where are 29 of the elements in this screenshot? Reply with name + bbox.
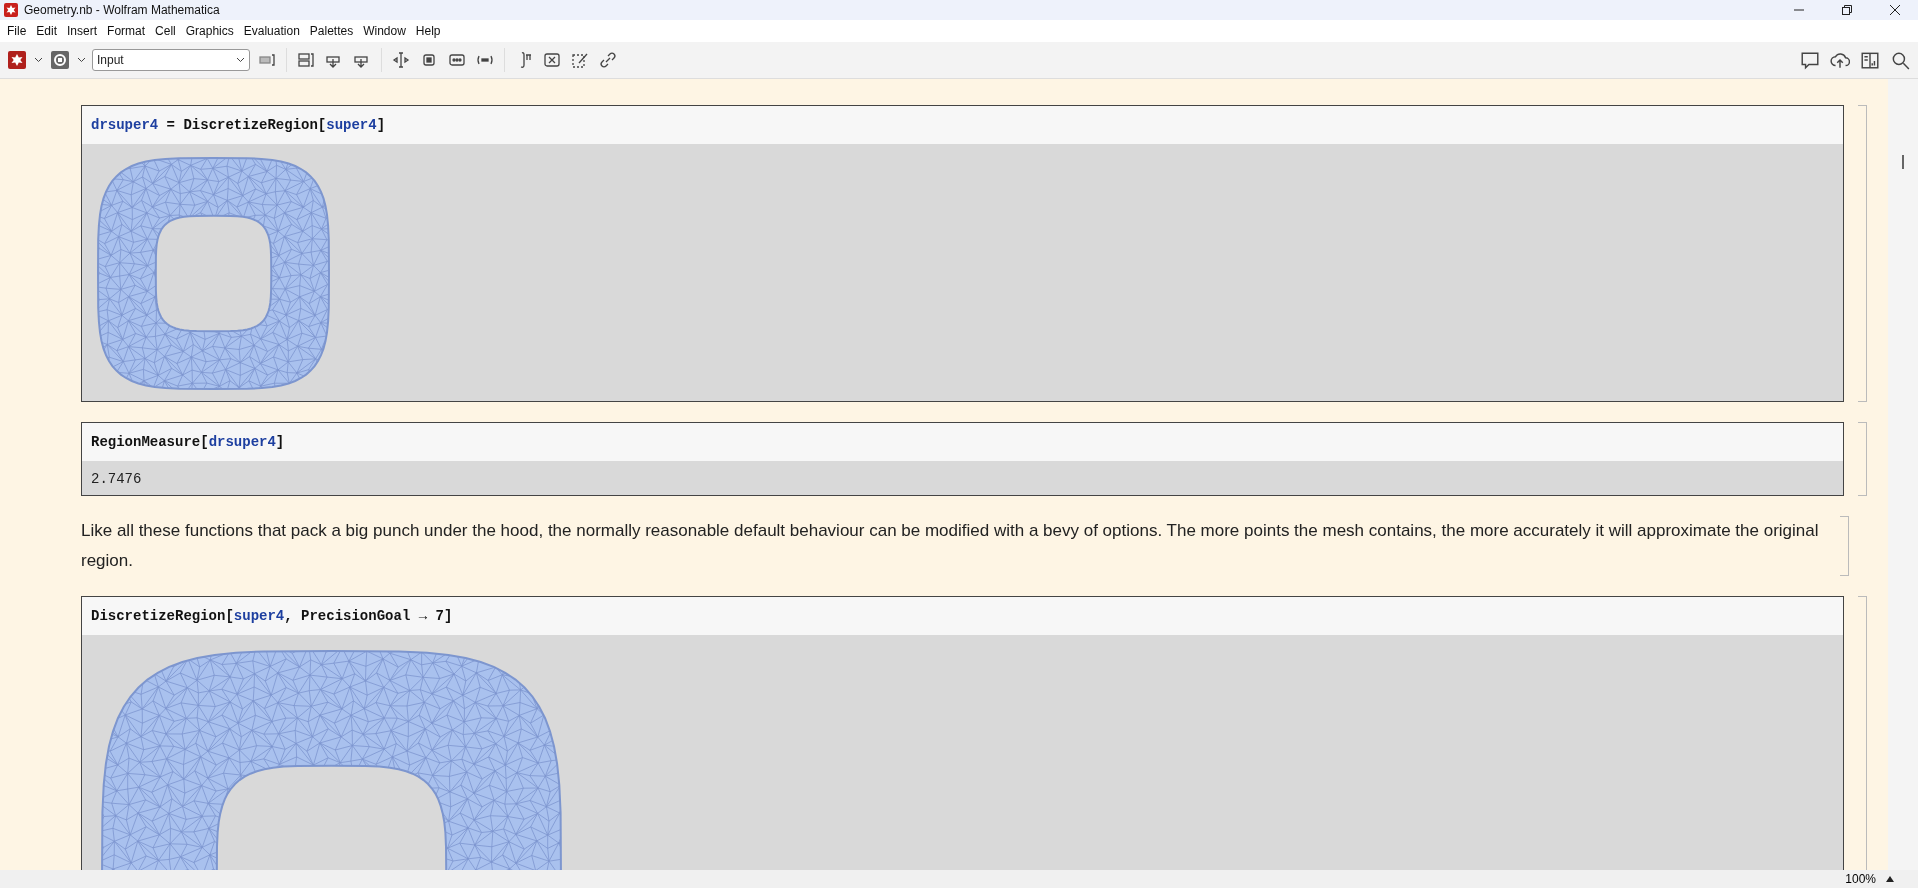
menu-item[interactable]: File: [2, 22, 32, 40]
menu-item[interactable]: Cell: [150, 22, 181, 40]
restore-icon: [1842, 5, 1852, 15]
scrollbar[interactable]: [1888, 79, 1918, 870]
cell-bracket: [1840, 516, 1849, 576]
menu-item[interactable]: Edit: [31, 22, 63, 40]
input-code: drsuper4 = DiscretizeRegion[super4]: [82, 106, 1843, 144]
caret-icon[interactable]: [77, 57, 86, 63]
caret-icon: [236, 57, 245, 63]
menu-item[interactable]: Help: [410, 22, 446, 40]
menu-item[interactable]: Insert: [62, 22, 103, 40]
menu-item[interactable]: Evaluation: [238, 22, 305, 40]
output-value: 2.7476: [91, 471, 142, 487]
caret-icon[interactable]: [34, 57, 43, 63]
window-title: Geometry.nb - Wolfram Mathematica: [24, 3, 221, 17]
style-select[interactable]: Input: [92, 49, 250, 71]
input-code: DiscretizeRegion[super4, PrecisionGoal → 7]: [82, 597, 1843, 635]
app-logo-icon: [4, 3, 18, 17]
menu-item[interactable]: Window: [358, 22, 411, 40]
close-icon: [1890, 5, 1900, 15]
input-code: RegionMeasure[drsuper4]: [82, 423, 1843, 461]
gear-button[interactable]: [49, 48, 71, 72]
zoom-level[interactable]: 100%: [1845, 872, 1876, 886]
menu-item[interactable]: Palettes: [304, 22, 359, 40]
menu-item[interactable]: Graphics: [180, 22, 239, 40]
text-paragraph: Like all these functions that pack a big punch under the hood, the normally reasonable default behaviour can be modified with a bevy of options. The more points the mesh contains, the more accurately it will approximate the original region.: [81, 520, 1820, 572]
evaluate-button[interactable]: [6, 48, 28, 72]
up-triangle-icon[interactable]: [1886, 876, 1894, 882]
menu-item[interactable]: Format: [102, 22, 151, 40]
